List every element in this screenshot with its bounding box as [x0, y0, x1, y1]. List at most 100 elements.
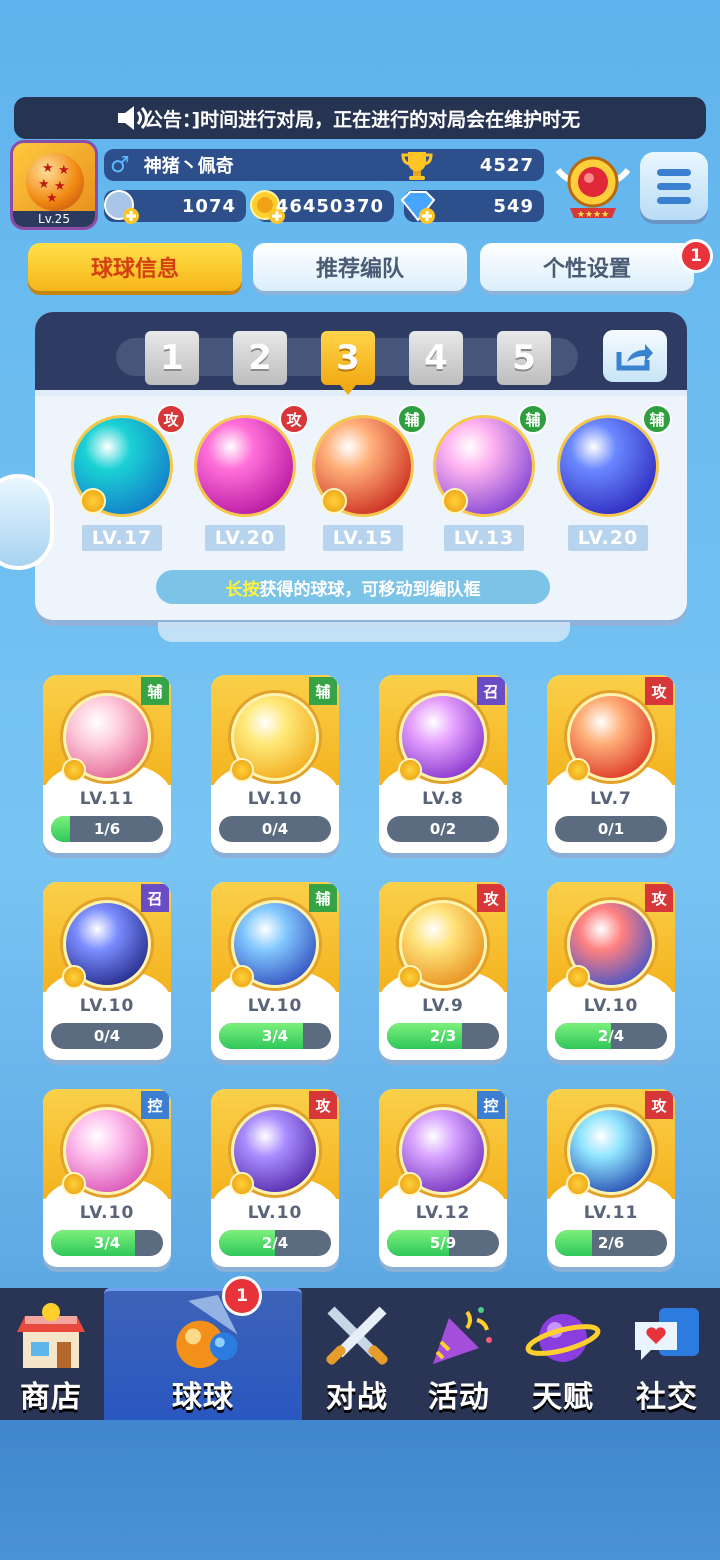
card-level: LV.10	[247, 1203, 303, 1223]
gem-bar[interactable]: 549	[400, 190, 544, 224]
team-ball-orb[interactable]	[197, 418, 293, 514]
card-level: LV.10	[79, 996, 135, 1016]
card-ball-orb	[566, 693, 655, 782]
ball-card[interactable]: 辅 LV.10 0/4	[211, 675, 339, 853]
card-level: LV.9	[422, 996, 464, 1016]
card-progress-bar: 5/9	[387, 1230, 499, 1256]
party-popper-icon	[433, 1307, 492, 1364]
card-progress-bar: 2/4	[555, 1023, 667, 1049]
ball-card[interactable]: 控 LV.12 5/9	[379, 1089, 507, 1267]
team-ball-level: LV.17	[82, 525, 162, 551]
team-ball-orb[interactable]	[436, 418, 532, 514]
trophy-icon	[401, 152, 433, 180]
card-type-tag: 辅	[141, 677, 169, 705]
ball-card[interactable]: 攻 LV.7 0/1	[547, 675, 675, 853]
card-progress-bar: 3/4	[51, 1230, 163, 1256]
team-ball-orb[interactable]	[315, 418, 411, 514]
speaker-icon	[118, 106, 148, 130]
nav-shop[interactable]: 商店	[0, 1288, 102, 1420]
card-level: LV.10	[247, 996, 303, 1016]
card-level: LV.10	[79, 1203, 135, 1223]
ball-card[interactable]: 辅 LV.11 1/6	[43, 675, 171, 853]
coin-icon	[442, 488, 468, 514]
card-type-tag: 攻	[477, 884, 505, 912]
nav-ball-label: 球球	[172, 1380, 234, 1415]
team-ball-level: LV.15	[323, 525, 403, 551]
card-ball-orb	[398, 1107, 487, 1196]
card-level: LV.10	[583, 996, 639, 1016]
card-progress-bar: 1/6	[51, 816, 163, 842]
card-progress-text: 0/2	[429, 820, 457, 838]
ball-card[interactable]: 召 LV.8 0/2	[379, 675, 507, 853]
coin-icon	[230, 1172, 254, 1196]
ball-card[interactable]: 辅 LV.10 3/4	[211, 882, 339, 1060]
announcement-text: 公告：]时间进行对局，正在进行的对局会在维护时无	[144, 108, 581, 131]
card-level: LV.11	[79, 789, 135, 809]
card-progress-bar: 0/1	[555, 816, 667, 842]
chat-heart-icon	[635, 1308, 699, 1360]
card-level: LV.7	[590, 789, 632, 809]
tab-recommended-team[interactable]: 推荐编队	[253, 243, 467, 291]
card-ball-orb	[398, 900, 487, 989]
nav-events[interactable]: 活动	[408, 1288, 510, 1420]
team-slot-2[interactable]: 2	[233, 331, 287, 385]
card-progress-text: 3/4	[93, 1234, 121, 1252]
card-progress-text: 3/4	[261, 1027, 289, 1045]
card-level: LV.10	[247, 789, 303, 809]
team-ball-orb[interactable]	[74, 418, 170, 514]
coin-icon	[230, 758, 254, 782]
card-progress-text: 0/4	[93, 1027, 121, 1045]
player-name: 神猪丶佩奇	[143, 156, 234, 177]
card-ball-orb	[230, 1107, 319, 1196]
card-ball-orb	[566, 900, 655, 989]
nav-ball[interactable]: 球球	[104, 1288, 302, 1420]
energy-bar[interactable]: 1074	[104, 190, 246, 224]
team-slot-5[interactable]: 5	[497, 331, 551, 385]
ball-card[interactable]: 控 LV.10 3/4	[43, 1089, 171, 1267]
ball-card[interactable]: 召 LV.10 0/4	[43, 882, 171, 1060]
team-slot-4[interactable]: 4	[409, 331, 463, 385]
ball-card[interactable]: 攻 LV.10 2/4	[211, 1089, 339, 1267]
side-pull-button[interactable]	[0, 474, 54, 570]
team-slot-3[interactable]: 3	[321, 331, 375, 395]
svg-text:★★★★: ★★★★	[577, 210, 609, 220]
nav-talent[interactable]: 天赋	[512, 1288, 614, 1420]
nav-events-label: 活动	[428, 1380, 490, 1415]
panel-shadow-strip	[158, 622, 570, 642]
share-button[interactable]	[603, 330, 667, 382]
nav-shop-label: 商店	[20, 1380, 82, 1415]
rank-emblem-icon[interactable]: ★★★★	[552, 150, 634, 224]
bottom-nav: 商店 球球 对战 活动 天赋 社交	[0, 1288, 720, 1420]
nav-social[interactable]: 社交	[616, 1288, 718, 1420]
nav-battle[interactable]: 对战	[306, 1288, 408, 1420]
team-slot-1[interactable]: 1	[145, 331, 199, 385]
planet-icon	[525, 1314, 601, 1362]
nav-talent-label: 天赋	[532, 1380, 594, 1415]
coin-icon	[398, 1172, 422, 1196]
team-ball-level: LV.13	[444, 525, 524, 551]
tab-ball-info[interactable]: 球球信息	[28, 243, 242, 291]
ball-card[interactable]: 攻 LV.9 2/3	[379, 882, 507, 1060]
card-progress-text: 2/4	[597, 1027, 625, 1045]
coin-icon	[62, 758, 86, 782]
team-ball-orb[interactable]	[560, 418, 656, 514]
card-type-tag: 控	[141, 1091, 169, 1119]
announcement-bar: 公告：]时间进行对局，正在进行的对局会在维护时无	[14, 97, 706, 139]
player-info-bar: ♂ 神猪丶佩奇 4527	[104, 149, 544, 181]
ball-card[interactable]: 攻 LV.11 2/6	[547, 1089, 675, 1267]
coin-bar[interactable]: 46450370	[250, 190, 394, 224]
ball-card[interactable]: 攻 LV.10 2/4	[547, 882, 675, 1060]
bottom-background	[0, 1420, 720, 1560]
coin-icon	[62, 1172, 86, 1196]
card-progress-bar: 3/4	[219, 1023, 331, 1049]
card-type-tag: 攻	[645, 1091, 673, 1119]
menu-button[interactable]	[640, 152, 708, 220]
card-progress-text: 2/3	[429, 1027, 457, 1045]
gem-count: 549	[493, 195, 534, 217]
player-avatar[interactable]: ★ ★ ★ ★ ★ Lv.25	[10, 140, 98, 230]
coin-icon	[321, 488, 347, 514]
card-progress-bar: 2/6	[555, 1230, 667, 1256]
team-ball-type-tag: 攻	[279, 404, 309, 434]
tab-personal-settings[interactable]: 个性设置	[480, 243, 694, 291]
team-ball-type-tag: 辅	[518, 404, 548, 434]
